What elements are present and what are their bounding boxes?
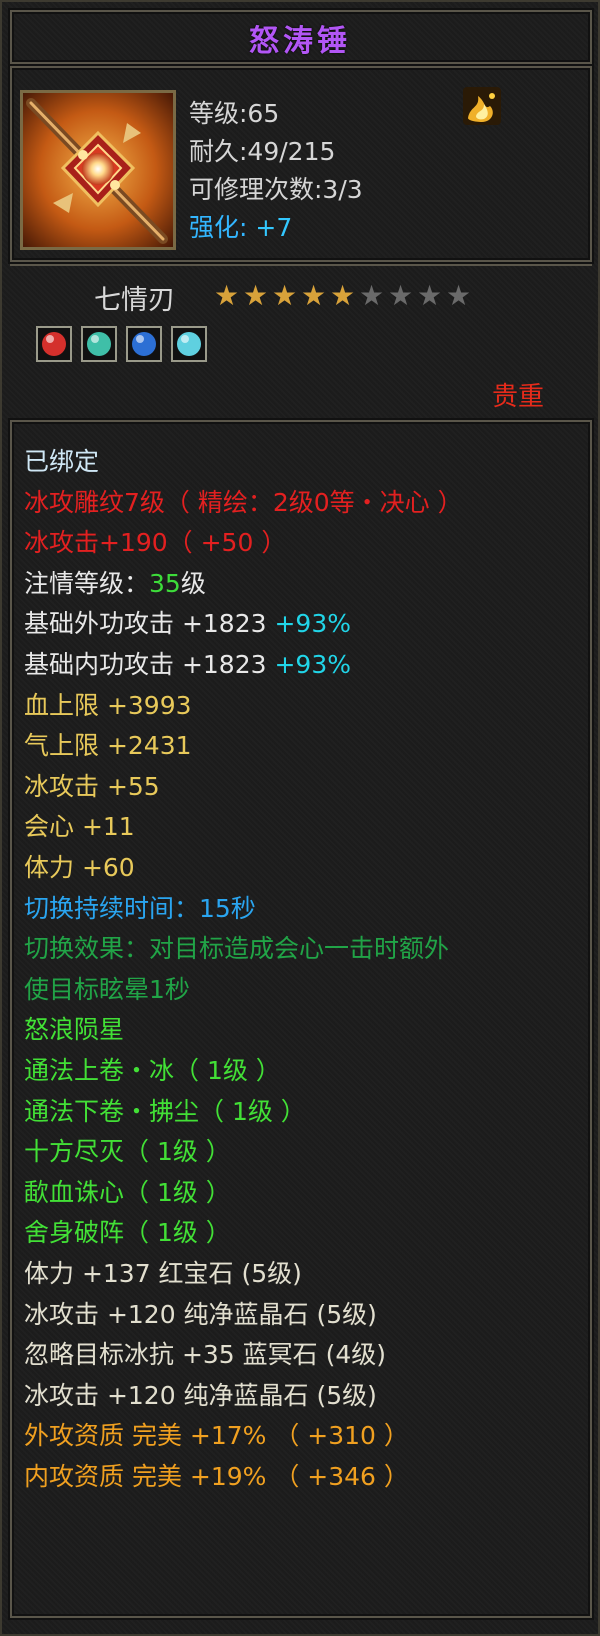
star-filled-icon: ★ <box>243 279 269 312</box>
attribute-text: 外攻资质 完美 +17% （ +310 ） <box>24 1421 409 1451</box>
attribute-text: 体力 +137 红宝石 (5级) <box>24 1259 302 1288</box>
enhance-value: +7 <box>255 213 293 242</box>
attribute-row: 使目标眩晕1秒 <box>24 970 190 1006</box>
attribute-row: 会心 +11 <box>24 807 135 843</box>
star-filled-icon: ★ <box>301 279 327 312</box>
attribute-row: 注情等级：35级 <box>24 564 206 600</box>
attribute-text: 35 <box>149 568 181 598</box>
attribute-text: 冰攻雕纹7级（ 精绘：2级0等・决心 ） <box>24 487 463 517</box>
attribute-text: 冰攻击 +55 <box>24 771 160 801</box>
attribute-text: 切换效果：对目标造成会心一击时额外 <box>24 934 450 964</box>
attribute-text: 通法上卷・冰（ 1级 ） <box>24 1056 281 1085</box>
attribute-text: 已绑定 <box>24 447 100 476</box>
attribute-row: 十方尽灭（ 1级 ） <box>24 1132 231 1168</box>
attribute-text: 注情等级： <box>24 568 150 598</box>
attribute-text: 忽略目标冰抗 +35 蓝冥石 (4级) <box>24 1340 387 1370</box>
attribute-row: 内攻资质 完美 +19% （ +346 ） <box>24 1457 409 1493</box>
blue-gem-icon[interactable] <box>126 326 162 362</box>
star-filled-icon: ★ <box>214 279 240 312</box>
attribute-row: 怒浪陨星 <box>24 1010 124 1046</box>
attribute-text: 舍身破阵（ 1级 ） <box>24 1218 231 1248</box>
star-filled-icon: ★ <box>272 279 298 312</box>
attribute-row: 已绑定 <box>24 442 99 478</box>
attribute-text: 血上限 +3993 <box>24 690 192 720</box>
attribute-text: 歃血诛心（ 1级 ） <box>24 1177 231 1207</box>
star-filled-icon: ★ <box>330 279 356 312</box>
attribute-row: 忽略目标冰抗 +35 蓝冥石 (4级) <box>24 1335 386 1371</box>
green-gem-icon[interactable] <box>81 326 117 362</box>
red-gem-icon[interactable] <box>36 326 72 362</box>
attribute-row: 冰攻击 +120 纯净蓝晶石 (5级) <box>24 1376 377 1412</box>
attribute-text: 体力 +60 <box>24 853 135 882</box>
attribute-text: 会心 +11 <box>24 812 135 842</box>
rarity-label: 贵重 <box>492 382 545 412</box>
attribute-text: 级 <box>180 568 206 598</box>
attribute-text: 冰攻击 +120 纯净蓝晶石 (5级) <box>24 1380 377 1410</box>
item-enhance: 强化: +7 <box>189 208 292 244</box>
attribute-text: 切换持续时间：15秒 <box>24 893 256 923</box>
set-name: 七情刃 <box>94 285 175 316</box>
attribute-row: 歃血诛心（ 1级 ） <box>24 1173 231 1209</box>
attribute-text: 通法下卷・拂尘（ 1级 ） <box>24 1096 306 1126</box>
attribute-text: 冰攻击 +120 纯净蓝晶石 (5级) <box>24 1299 377 1329</box>
attribute-row: 冰攻雕纹7级（ 精绘：2级0等・决心 ） <box>24 483 463 519</box>
item-icon <box>20 90 176 250</box>
attribute-text: 基础外功攻击 +1823 <box>24 609 275 639</box>
divider <box>10 264 592 266</box>
star-empty-icon: ★ <box>388 279 414 312</box>
item-name: 怒涛锤 <box>249 24 351 59</box>
enhance-label: 强化: <box>189 213 248 242</box>
attribute-text: 怒浪陨星 <box>24 1015 125 1045</box>
attribute-text: 内攻资质 完美 +19% （ +346 ） <box>24 1462 409 1491</box>
attribute-row: 体力 +60 <box>24 848 135 884</box>
attribute-row: 切换持续时间：15秒 <box>24 889 256 925</box>
attribute-row: 体力 +137 红宝石 (5级) <box>24 1254 302 1290</box>
attribute-text: 十方尽灭（ 1级 ） <box>24 1137 231 1167</box>
item-durability: 耐久:49/215 <box>189 137 336 166</box>
gold-flame-icon <box>462 86 502 126</box>
attribute-row: 冰攻击 +120 纯净蓝晶石 (5级) <box>24 1295 377 1331</box>
attribute-text: 冰攻击+190（ +50 ） <box>24 528 287 558</box>
ornate-hammer-icon <box>23 93 173 247</box>
attribute-text: 使目标眩晕1秒 <box>24 974 190 1004</box>
attribute-row: 舍身破阵（ 1级 ） <box>24 1213 231 1249</box>
attribute-text: 基础内功攻击 +1823 <box>24 650 275 679</box>
attribute-row: 气上限 +2431 <box>24 726 192 762</box>
cyan-gem-icon[interactable] <box>171 326 207 362</box>
attribute-row: 外攻资质 完美 +17% （ +310 ） <box>24 1416 409 1452</box>
star-empty-icon: ★ <box>417 279 443 312</box>
item-tooltip-panel: 怒涛锤 等级:65 耐久:49/215 可修理次数:3/3 强化: +7 七情刃… <box>0 0 600 1636</box>
attribute-row: 基础外功攻击 +1823 +93% <box>24 604 351 640</box>
item-level: 等级:65 <box>189 99 280 128</box>
attribute-row: 冰攻击 +55 <box>24 767 160 803</box>
attribute-row: 基础内功攻击 +1823 +93% <box>24 645 351 681</box>
attribute-row: 切换效果：对目标造成会心一击时额外 <box>24 929 449 965</box>
star-empty-icon: ★ <box>359 279 385 312</box>
attribute-text: +93% <box>274 609 351 639</box>
attribute-row: 血上限 +3993 <box>24 686 192 722</box>
attribute-row: 通法下卷・拂尘（ 1级 ） <box>24 1092 306 1128</box>
attribute-row: 冰攻击+190（ +50 ） <box>24 523 286 559</box>
attribute-row: 通法上卷・冰（ 1级 ） <box>24 1051 281 1087</box>
star-empty-icon: ★ <box>446 279 472 312</box>
attribute-text: +93% <box>274 650 351 679</box>
attribute-text: 气上限 +2431 <box>24 731 192 761</box>
item-repair-count: 可修理次数:3/3 <box>189 175 363 204</box>
